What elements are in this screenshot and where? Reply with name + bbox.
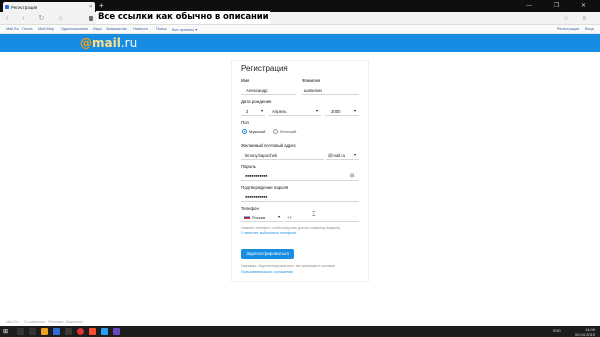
gender-female-label[interactable]: Женский (280, 129, 296, 134)
dob-label: Дата рождения (241, 99, 272, 104)
portal-link[interactable]: Мой Мир (38, 27, 54, 31)
no-phone-link[interactable]: У меня нет мобильного телефона (241, 231, 296, 235)
email-domain-select[interactable]: @mail.ru ▾ (326, 150, 359, 160)
phone-country-select[interactable]: Россия ▾ (241, 212, 283, 222)
lock-icon (89, 16, 93, 21)
portal-bar: Mail.Ru Почта Мой Мир Одноклассники Игры… (0, 25, 600, 34)
password-label: Пароль (241, 164, 256, 169)
phone-hint: Укажите телефон, чтобы получить доступ к… (241, 226, 341, 230)
form-title: Регистрация (241, 64, 288, 73)
email-label: Желаемый почтовый адрес (241, 143, 297, 148)
task-view-icon[interactable] (29, 328, 36, 335)
phone-number-input[interactable]: +7 ⌶ (285, 212, 359, 222)
mailru-logo[interactable]: @mail.ru (80, 36, 137, 50)
file-explorer-icon[interactable] (41, 328, 48, 335)
text-cursor-icon: ⌶ (312, 212, 316, 218)
password-input[interactable]: ●●●●●●●●●●● ⊟ (241, 171, 359, 181)
navigation-buttons[interactable]: ‹ › ↻ ⌂ (6, 14, 69, 22)
tab-title: Регистрация (11, 5, 38, 10)
footer-link[interactable]: Mail.Ru (6, 320, 19, 324)
footer-link[interactable]: Вакансии (66, 320, 83, 324)
portal-link[interactable]: Mail.Ru (6, 27, 19, 31)
browser-tab[interactable]: Регистрация × (3, 2, 95, 12)
taskbar-clock[interactable]: 14:09 09.04.2019 (575, 327, 595, 337)
portal-link[interactable]: Новости (133, 27, 148, 31)
last-name-value: шапилин (304, 88, 322, 93)
password-value: ●●●●●●●●●●● (245, 173, 268, 178)
edge-icon[interactable] (53, 328, 60, 335)
phone-code-value: +7 (287, 215, 292, 220)
store-icon[interactable] (65, 328, 72, 335)
gender-male-label[interactable]: Мужской (249, 129, 265, 134)
dob-month-value: Апрель (272, 109, 287, 114)
portal-register-link[interactable]: Регистрация (557, 27, 579, 31)
password-confirm-label: Подтверждение пароля (241, 185, 289, 190)
dob-day-value: 3 (246, 109, 249, 114)
chevron-down-icon: ▾ (316, 108, 319, 113)
portal-link[interactable]: Поиск (156, 27, 167, 31)
gender-label: Пол (241, 120, 249, 125)
email-value: lenony.bapochek (245, 153, 278, 158)
first-name-label: Имя (241, 78, 250, 83)
portal-link[interactable]: Почта (22, 27, 33, 31)
email-domain-value: @mail.ru (328, 153, 346, 158)
terms-text: Нажимая «Зарегистрироваться», вы принима… (241, 264, 335, 268)
windows-taskbar: ⊞ ENG 14:09 09.04.2019 (0, 326, 600, 337)
chevron-down-icon: ▾ (261, 108, 264, 113)
opera-icon[interactable] (77, 328, 84, 335)
chevron-down-icon: ▾ (354, 108, 357, 113)
show-password-icon[interactable]: ⊟ (350, 173, 354, 179)
mailru-favicon-icon (5, 5, 9, 9)
phone-country-value: Россия (252, 215, 266, 220)
chevron-down-icon: ▾ (278, 214, 281, 219)
dob-year-value: 2000 (331, 109, 341, 114)
portal-link[interactable]: Знакомства (106, 27, 127, 31)
portal-link[interactable]: Одноклассники (61, 27, 88, 31)
app-icon[interactable] (113, 328, 120, 335)
first-name-value: Александр (246, 88, 268, 93)
address-bar: ‹ › ↻ ⌂ ☆ ≡ (0, 12, 600, 25)
chevron-down-icon: ▾ (354, 152, 357, 157)
footer-link[interactable]: О компании (24, 320, 45, 324)
phone-label: Телефон (241, 206, 259, 211)
app-icon[interactable] (101, 328, 108, 335)
portal-link[interactable]: Все проекты ▾ (172, 27, 197, 32)
email-input[interactable]: lenony.bapochek (241, 150, 324, 160)
password-confirm-input[interactable]: ●●●●●●●●●●● (241, 192, 359, 202)
dob-year-select[interactable]: 2000 ▾ (325, 106, 359, 116)
portal-login-link[interactable]: Вход (585, 27, 594, 31)
new-tab-button[interactable]: + (99, 1, 104, 10)
russia-flag-icon (244, 215, 250, 219)
windows-start-icon[interactable]: ⊞ (3, 328, 10, 335)
clock-date: 09.04.2019 (574, 332, 595, 337)
browser-tab-strip: Регистрация × + — ❐ ✕ (0, 0, 600, 12)
last-name-label: Фамилия (302, 78, 321, 83)
gender-female-radio[interactable] (273, 129, 278, 134)
password-confirm-value: ●●●●●●●●●●● (245, 194, 268, 199)
portal-link[interactable]: Игры (93, 27, 102, 31)
register-button[interactable]: Зарегистрироваться (241, 249, 294, 259)
video-overlay-caption: Все ссылки как обычно в описании (96, 11, 271, 24)
last-name-field[interactable]: шапилин (302, 85, 359, 95)
gender-male-radio[interactable] (242, 129, 247, 134)
search-icon[interactable] (17, 328, 24, 335)
window-controls[interactable]: — ❐ ✕ (526, 2, 596, 9)
dob-month-select[interactable]: Апрель ▾ (268, 106, 321, 116)
terms-link[interactable]: Пользовательского соглашения (241, 270, 293, 274)
dob-day-select[interactable]: 3 ▾ (241, 106, 265, 116)
browser-toolbar-icons[interactable]: ☆ ≡ (563, 15, 592, 22)
language-indicator[interactable]: ENG (553, 329, 561, 333)
first-name-field[interactable]: Александр (241, 85, 296, 95)
app-icon[interactable] (89, 328, 96, 335)
tab-close-icon[interactable]: × (89, 4, 92, 10)
footer-link[interactable]: Реклама (48, 320, 63, 324)
